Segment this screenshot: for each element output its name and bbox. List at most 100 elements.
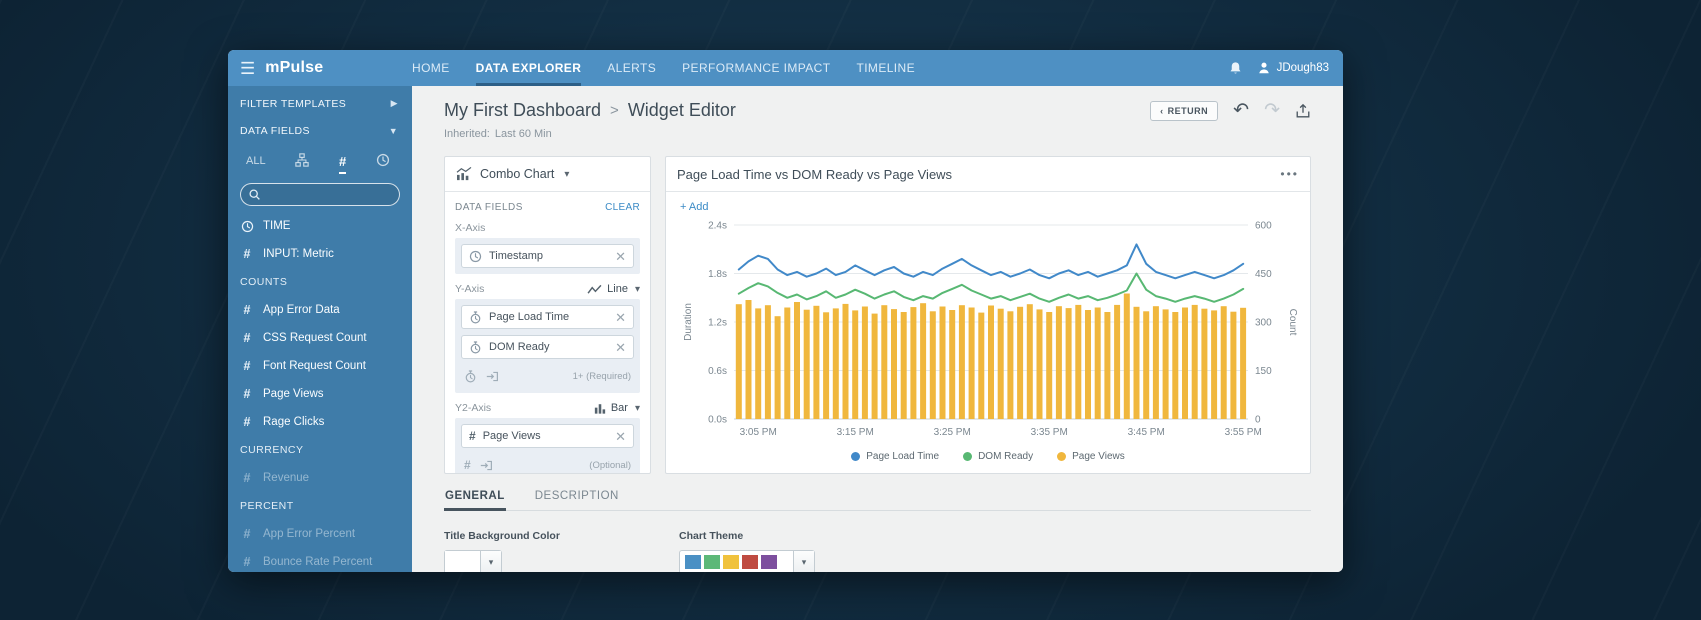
chart-theme-dropdown[interactable]: ▾ (679, 550, 815, 572)
theme-swatch (761, 555, 777, 569)
chart-theme-control: Chart Theme ▾ (679, 530, 815, 572)
chevron-left-icon: ‹ (1160, 105, 1164, 116)
chevron-down-icon: ▾ (480, 551, 501, 572)
widget-preview-panel: Page Load Time vs DOM Ready vs Page View… (665, 156, 1311, 474)
y2-axis-type-selector[interactable]: Bar ▾ (594, 402, 640, 414)
export-icon[interactable] (1295, 103, 1311, 119)
top-navigation-bar: ☰ mPulse HOME DATA EXPLORER ALERTS PERFO… (228, 50, 1343, 86)
chart-legend: Page Load Time DOM Ready Page Views (666, 449, 1310, 470)
hash-icon: # (243, 527, 251, 541)
field-css-request-count[interactable]: # CSS Request Count (228, 324, 412, 352)
notifications-bell-icon[interactable] (1228, 61, 1243, 76)
data-fields-toggle[interactable]: DATA FIELDS ▼ (228, 117, 412, 144)
redo-icon: ↷ (1264, 100, 1280, 121)
field-revenue: # Revenue (228, 464, 412, 492)
drop-field-icon (486, 370, 499, 383)
data-fields-sidebar: FILTER TEMPLATES ▶ DATA FIELDS ▼ ALL # T… (228, 86, 412, 572)
y-axis-dropzone: Page Load Time ✕ DOM Ready ✕ 1+ (Require… (455, 299, 640, 393)
widget-menu-icon[interactable]: ••• (1280, 167, 1299, 181)
y-axis-hint: 1+ (Required) (572, 370, 631, 382)
y-axis-label: Y-Axis (455, 283, 485, 295)
line-chart-icon (587, 284, 602, 294)
remove-chip-icon[interactable]: ✕ (615, 311, 626, 324)
field-page-views[interactable]: # Page Views (228, 380, 412, 408)
svg-text:Count: Count (1287, 309, 1298, 336)
field-app-error-data[interactable]: # App Error Data (228, 296, 412, 324)
hash-icon: # (243, 471, 251, 485)
field-list: TIME # INPUT: Metric COUNTS # App Error … (228, 212, 412, 572)
combo-chart-icon (456, 167, 472, 181)
timer-icon (464, 369, 477, 383)
svg-text:300: 300 (1255, 318, 1272, 329)
hash-icon: # (243, 331, 251, 345)
legend-page-views[interactable]: Page Views (1057, 451, 1125, 462)
undo-icon[interactable]: ↶ (1233, 101, 1249, 120)
nav-data-explorer[interactable]: DATA EXPLORER (475, 50, 582, 86)
chevron-down-icon: ▾ (564, 168, 570, 180)
user-menu[interactable]: JDough83 (1257, 61, 1329, 75)
filter-templates-toggle[interactable]: FILTER TEMPLATES ▶ (228, 90, 412, 117)
y2-axis-dropzone: # Page Views ✕ # (Optional) (455, 418, 640, 473)
chart-type-selector[interactable]: Combo Chart ▾ (445, 157, 650, 192)
chip-timestamp[interactable]: Timestamp ✕ (461, 244, 634, 268)
hash-icon: # (464, 458, 471, 472)
breadcrumb-dashboard[interactable]: My First Dashboard (444, 100, 601, 121)
tab-timers[interactable] (376, 153, 390, 174)
nav-home[interactable]: HOME (412, 50, 450, 86)
tab-description[interactable]: DESCRIPTION (534, 490, 620, 510)
svg-text:0.0s: 0.0s (708, 415, 727, 426)
clear-fields-link[interactable]: CLEAR (605, 202, 640, 213)
search-icon (249, 189, 260, 200)
x-axis-label: X-Axis (455, 222, 486, 234)
title-background-color-control: Title Background Color ▾ (444, 530, 679, 572)
return-button[interactable]: ‹ RETURN (1150, 100, 1219, 121)
tab-metrics[interactable]: # (339, 154, 347, 174)
data-fields-config: DATA FIELDS CLEAR X-Axis Timestamp ✕ Y-A… (445, 192, 650, 473)
field-app-error-percent: # App Error Percent (228, 520, 412, 548)
chip-dom-ready[interactable]: DOM Ready ✕ (461, 335, 634, 359)
theme-swatch (685, 555, 701, 569)
hash-icon: # (243, 387, 251, 401)
svg-text:600: 600 (1255, 221, 1272, 232)
widget-title: Page Load Time vs DOM Ready vs Page View… (677, 166, 953, 182)
tab-dimensions[interactable] (295, 153, 309, 174)
field-time[interactable]: TIME (228, 212, 412, 240)
field-search-box (240, 183, 400, 206)
settings-tabs: GENERAL DESCRIPTION (444, 490, 1311, 511)
data-fields-label: DATA FIELDS (455, 202, 523, 213)
y2-axis-empty-slot[interactable]: # (Optional) (461, 454, 634, 473)
svg-text:0: 0 (1255, 415, 1261, 426)
breadcrumb: My First Dashboard > Widget Editor (444, 100, 736, 121)
svg-text:150: 150 (1255, 366, 1272, 377)
add-series-link[interactable]: + Add (680, 201, 708, 213)
x-axis-dropzone: Timestamp ✕ (455, 238, 640, 274)
nav-timeline[interactable]: TIMELINE (856, 50, 915, 86)
chip-page-load-time[interactable]: Page Load Time ✕ (461, 305, 634, 329)
nav-alerts[interactable]: ALERTS (607, 50, 656, 86)
y-axis-type-selector[interactable]: Line ▾ (587, 283, 640, 295)
header-actions: ‹ RETURN ↶ ↷ (1150, 100, 1311, 121)
field-search-input[interactable] (240, 183, 400, 206)
remove-chip-icon[interactable]: ✕ (615, 341, 626, 354)
title-background-color-dropdown[interactable]: ▾ (444, 550, 502, 572)
field-rage-clicks[interactable]: # Rage Clicks (228, 408, 412, 436)
tab-all-fields[interactable]: ALL (246, 155, 266, 174)
remove-chip-icon[interactable]: ✕ (615, 430, 626, 443)
legend-dom-ready[interactable]: DOM Ready (963, 451, 1033, 462)
field-font-request-count[interactable]: # Font Request Count (228, 352, 412, 380)
legend-page-load-time[interactable]: Page Load Time (851, 451, 939, 462)
inherited-timerange: Inherited: Last 60 Min (444, 128, 552, 140)
hamburger-menu-icon[interactable]: ☰ (240, 60, 255, 77)
y-axis-empty-slot[interactable]: 1+ (Required) (461, 365, 634, 387)
remove-chip-icon[interactable]: ✕ (615, 250, 626, 263)
clock-icon (376, 153, 390, 167)
tab-general[interactable]: GENERAL (444, 490, 506, 511)
chip-page-views[interactable]: # Page Views ✕ (461, 424, 634, 448)
desktop-background: ☰ mPulse HOME DATA EXPLORER ALERTS PERFO… (0, 0, 1701, 620)
theme-swatch (723, 555, 739, 569)
field-input-metric[interactable]: # INPUT: Metric (228, 240, 412, 268)
section-percent: PERCENT (240, 500, 294, 512)
nav-performance-impact[interactable]: PERFORMANCE IMPACT (682, 50, 830, 86)
combo-chart-svg: 0.0s 0 0.6s 150 1.2s 300 1.8s 450 2.4s 600 3:05 PM… (683, 221, 1298, 439)
timer-icon (469, 310, 482, 324)
